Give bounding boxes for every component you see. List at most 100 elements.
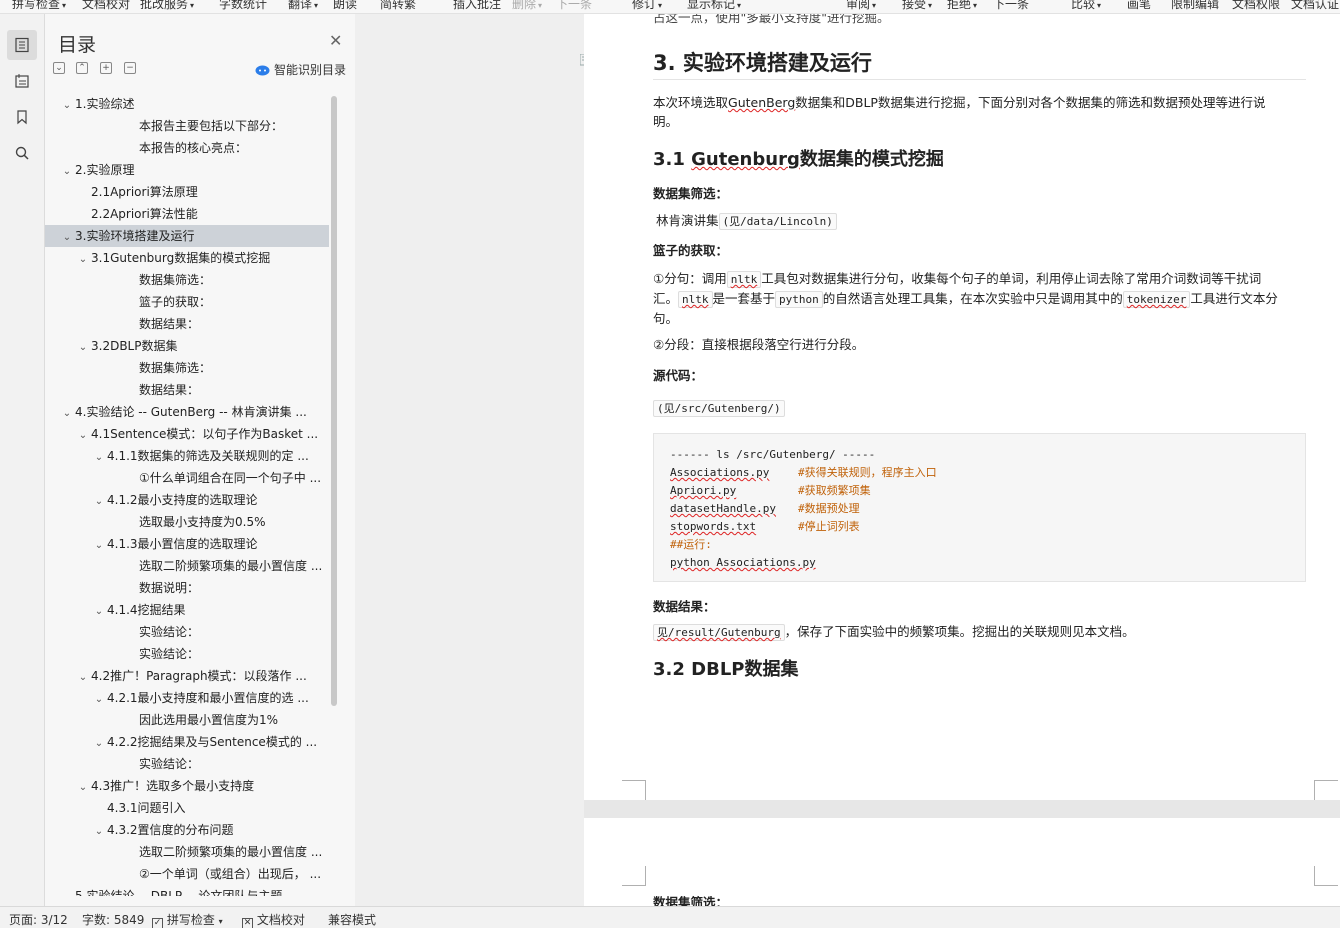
- ribbon-item-7[interactable]: 插入批注: [453, 0, 501, 12]
- spell-check-status[interactable]: ✓ 拼写检查 ▾: [152, 911, 223, 928]
- document-page[interactable]: 占这一点，使用"多最小支持度"进行挖掘。 3. 实验环境搭建及运行 本次环境选取…: [584, 14, 1340, 800]
- code-block[interactable]: ------ ls /src/Gutenberg/ ----- Associati…: [653, 433, 1306, 582]
- toc-item[interactable]: ⌄ 4.2.1最小支持度和最小置信度的选 ...: [45, 687, 329, 709]
- toc-item[interactable]: 数据说明：: [45, 577, 329, 599]
- toc-item[interactable]: 篮子的获取：: [45, 291, 329, 313]
- toc-item[interactable]: ⌄ 3.2DBLP数据集: [45, 335, 329, 357]
- chevron-down-icon[interactable]: ⌄: [91, 689, 107, 709]
- toc-item[interactable]: 本报告主要包括以下部分：: [45, 115, 329, 137]
- chevron-down-icon[interactable]: ⌄: [75, 249, 91, 269]
- chevron-down-icon[interactable]: ⌄: [59, 161, 75, 181]
- toc-item[interactable]: ⌄ 4.1.2最小支持度的选取理论: [45, 489, 329, 511]
- ribbon-item-8[interactable]: 删除 ▾: [512, 0, 542, 12]
- toc-item[interactable]: ⌄ 4.2.2挖掘结果及与Sentence模式的 ...: [45, 731, 329, 753]
- toc-item[interactable]: ⌄ 4.3.2置信度的分布问题: [45, 819, 329, 841]
- toc-item[interactable]: ①什么单词组合在同一个句子中 ...: [45, 467, 329, 489]
- chevron-down-icon[interactable]: ⌄: [75, 777, 91, 797]
- toc-item[interactable]: 因此选用最小置信度为1%: [45, 709, 329, 731]
- chevron-down-icon[interactable]: ⌄: [91, 447, 107, 467]
- ribbon-item-label: 接受: [902, 0, 927, 11]
- toc-item[interactable]: ⌄ 4.1.4挖掘结果: [45, 599, 329, 621]
- toc-item[interactable]: 本报告的核心亮点：: [45, 137, 329, 159]
- toc-item[interactable]: 实验结论：: [45, 753, 329, 775]
- chevron-down-icon: ▾: [737, 1, 742, 10]
- ribbon-item-11[interactable]: 显示标记 ▾: [687, 0, 741, 12]
- toc-item[interactable]: 选取二阶频繁项集的最小置信度 ...: [45, 555, 329, 577]
- ribbon-item-2[interactable]: 批改服务 ▾: [140, 0, 194, 12]
- chevron-down-icon[interactable]: ⌄: [59, 403, 75, 423]
- toc-item[interactable]: 数据结果：: [45, 313, 329, 335]
- ribbon-item-15[interactable]: 下一条: [993, 0, 1029, 12]
- chevron-down-icon[interactable]: ⌄: [91, 601, 107, 621]
- ribbon-item-12[interactable]: 审阅 ▾: [846, 0, 876, 12]
- ribbon-item-19[interactable]: 文档权限: [1232, 0, 1280, 12]
- toc-item-label: 2.实验原理: [75, 163, 135, 177]
- ribbon-item-20[interactable]: 文档认证: [1291, 0, 1339, 12]
- toc-item-label: 选取最小支持度为0.5%: [139, 515, 266, 529]
- remove-heading-icon[interactable]: −: [124, 62, 136, 74]
- chevron-down-icon[interactable]: ⌄: [59, 887, 75, 896]
- ribbon-item-0[interactable]: 拼写检查 ▾: [12, 0, 66, 12]
- proofread-status[interactable]: ✕ 文档校对: [242, 911, 305, 928]
- ribbon-item-3[interactable]: 字数统计: [219, 0, 267, 12]
- document-page-2[interactable]: 数据集筛选：: [584, 818, 1340, 906]
- toc-item[interactable]: ⌄5.实验结论 -- DBLP -- 论文团队与主题 ...: [45, 885, 329, 896]
- toc-item[interactable]: ⌄ 4.实验结论 -- GutenBerg -- 林肯演讲集 ...: [45, 401, 329, 423]
- chevron-down-icon[interactable]: ⌄: [75, 425, 91, 445]
- page-indicator[interactable]: 页面: 3/12: [9, 911, 68, 928]
- step1-c: 汇。: [653, 291, 679, 306]
- toc-item[interactable]: ②一个单词（或组合）出现后， ...: [45, 863, 329, 885]
- toc-item[interactable]: ⌄ 2.实验原理: [45, 159, 329, 181]
- crop-mark-tl: [622, 866, 646, 886]
- chevron-down-icon[interactable]: ⌄: [91, 733, 107, 753]
- chevron-down-icon[interactable]: ⌄: [91, 535, 107, 555]
- ribbon-item-1[interactable]: 文档校对: [82, 0, 130, 12]
- ribbon-item-9[interactable]: 下一条: [556, 0, 592, 12]
- chevron-down-icon[interactable]: ⌄: [75, 667, 91, 687]
- toc-item[interactable]: 4.3.1问题引入: [45, 797, 329, 819]
- ribbon-item-16[interactable]: 比较 ▾: [1071, 0, 1101, 12]
- toc-item[interactable]: ⌄ 4.1.3最小置信度的选取理论: [45, 533, 329, 555]
- toc-item[interactable]: 数据结果：: [45, 379, 329, 401]
- toc-item[interactable]: 数据集筛选：: [45, 269, 329, 291]
- chevron-down-icon[interactable]: ⌄: [59, 95, 75, 115]
- add-heading-icon[interactable]: +: [100, 62, 112, 74]
- bookmark-icon[interactable]: [7, 102, 37, 132]
- toc-item[interactable]: ⌄ 1.实验综述: [45, 93, 329, 115]
- toc-item[interactable]: ⌄ 4.3推广！选取多个最小支持度: [45, 775, 329, 797]
- toc-item[interactable]: ⌄ 3.1Gutenburg数据集的模式挖掘: [45, 247, 329, 269]
- toc-item[interactable]: 2.2Apriori算法性能: [45, 203, 329, 225]
- search-icon[interactable]: [7, 138, 37, 168]
- smart-toc-button[interactable]: 智能识别目录: [255, 61, 346, 78]
- toc-item[interactable]: 实验结论：: [45, 643, 329, 665]
- toc-item[interactable]: 2.1Apriori算法原理: [45, 181, 329, 203]
- toc-item[interactable]: 实验结论：: [45, 621, 329, 643]
- toc-item[interactable]: 数据集筛选：: [45, 357, 329, 379]
- navigation-pane-icon[interactable]: [7, 66, 37, 96]
- ribbon-item-13[interactable]: 接受 ▾: [902, 0, 932, 12]
- collapse-all-icon[interactable]: ⌄: [53, 62, 65, 74]
- ribbon-item-4[interactable]: 翻译 ▾: [288, 0, 318, 12]
- chevron-down-icon[interactable]: ⌄: [75, 337, 91, 357]
- expand-up-icon[interactable]: ⌃: [76, 62, 88, 74]
- toc-item[interactable]: ⌄ 4.1Sentence模式：以句子作为Basket ...: [45, 423, 329, 445]
- toc-item[interactable]: 选取二阶频繁项集的最小置信度 ...: [45, 841, 329, 863]
- toc-panel-icon[interactable]: [7, 30, 37, 60]
- toc-item[interactable]: 选取最小支持度为0.5%: [45, 511, 329, 533]
- close-icon[interactable]: ✕: [329, 33, 342, 49]
- chevron-down-icon[interactable]: ⌄: [91, 821, 107, 841]
- toc-item[interactable]: ⌄ 3.实验环境搭建及运行: [45, 225, 329, 247]
- ribbon-item-14[interactable]: 拒绝 ▾: [947, 0, 977, 12]
- toc-item[interactable]: ⌄ 4.2推广！Paragraph模式：以段落作 ...: [45, 665, 329, 687]
- ribbon-item-5[interactable]: 朗读: [333, 0, 357, 12]
- toc-scrollbar[interactable]: [331, 96, 337, 706]
- toc-item-label: 数据结果：: [139, 383, 200, 397]
- word-count[interactable]: 字数: 5849: [82, 911, 144, 928]
- toc-item[interactable]: ⌄ 4.1.1数据集的筛选及关联规则的定 ...: [45, 445, 329, 467]
- ribbon-item-6[interactable]: 简转繁: [380, 0, 416, 12]
- ribbon-item-18[interactable]: 限制编辑: [1171, 0, 1219, 12]
- chevron-down-icon[interactable]: ⌄: [59, 227, 75, 247]
- ribbon-item-17[interactable]: 画笔: [1127, 0, 1151, 12]
- ribbon-item-10[interactable]: 修订 ▾: [632, 0, 662, 12]
- chevron-down-icon[interactable]: ⌄: [91, 491, 107, 511]
